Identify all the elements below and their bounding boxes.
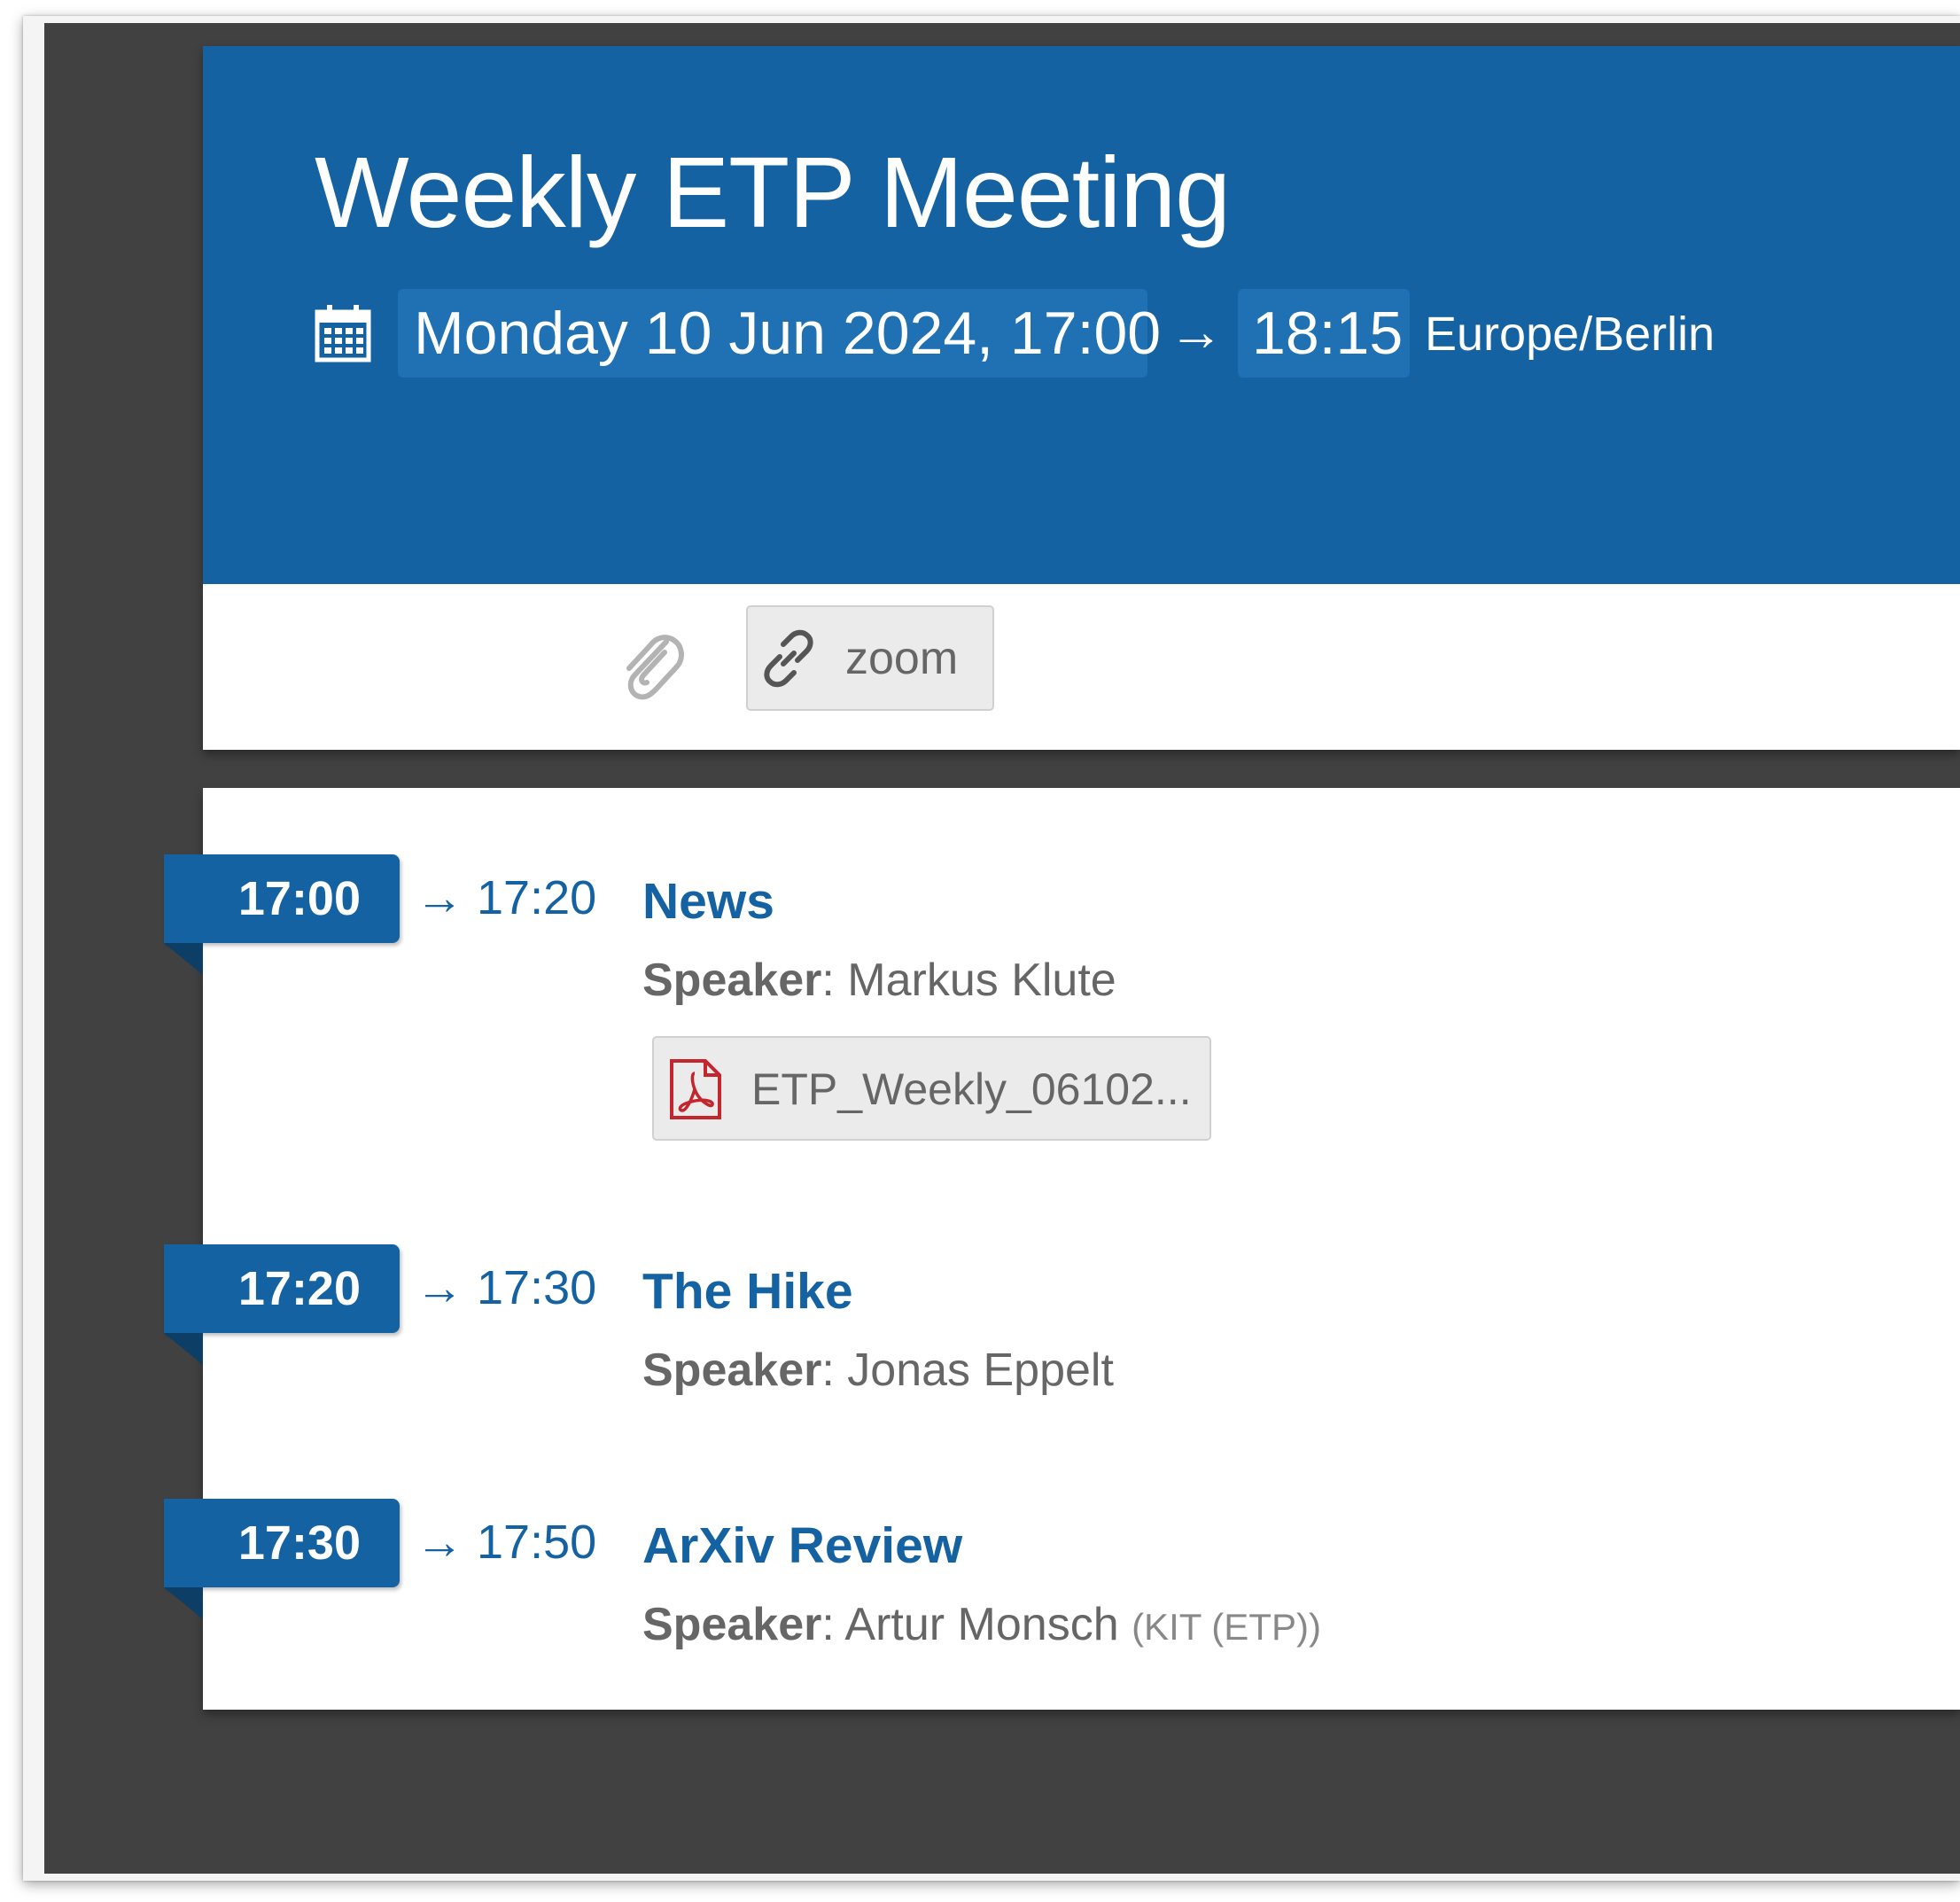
timetable: 17:00 → 17:20 News Speaker: Markus Klute…: [164, 788, 1960, 1710]
date-range-arrow: →: [1169, 301, 1224, 362]
speaker-label: Speaker: [642, 1345, 822, 1396]
calendar-icon: [315, 305, 371, 362]
entry-end-time: → 17:30: [416, 1261, 597, 1314]
entry-end-time: → 17:20: [416, 871, 597, 924]
speaker-name: : Jonas Eppelt: [821, 1345, 1114, 1396]
speaker-name: : Markus Klute: [821, 955, 1116, 1006]
speaker-label: Speaker: [642, 955, 822, 1006]
attachment-name: ETP_Weekly_06102...: [751, 1064, 1192, 1114]
event-title: Weekly ETP Meeting: [315, 136, 1231, 248]
event-header-card: Weekly ETP Meeting Monday 10 Jun 2024, 1…: [203, 46, 1960, 750]
zoom-label: zoom: [845, 633, 959, 684]
event-timezone: Europe/Berlin: [1425, 308, 1715, 361]
event-end-time[interactable]: 18:15: [1238, 289, 1410, 378]
event-header: Weekly ETP Meeting Monday 10 Jun 2024, 1…: [203, 46, 1960, 584]
entry-title-news[interactable]: News: [642, 872, 774, 931]
entry-start-time: 17:30: [164, 1499, 400, 1587]
paperclip-icon[interactable]: [615, 626, 686, 702]
zoom-link-button[interactable]: zoom: [746, 605, 994, 711]
speaker-label: Speaker: [642, 1599, 822, 1650]
entry-title-arxiv-review[interactable]: ArXiv Review: [642, 1516, 962, 1575]
entry-start-time: 17:20: [164, 1244, 400, 1333]
entry-speaker: Speaker: Artur Monsch (KIT (ETP)): [642, 1598, 1321, 1654]
event-start-datetime[interactable]: Monday 10 Jun 2024, 17:00: [398, 289, 1161, 378]
entry-start-time: 17:00: [164, 854, 400, 943]
link-icon: [764, 629, 813, 688]
attachment-button[interactable]: ETP_Weekly_06102...: [652, 1036, 1211, 1141]
speaker-affiliation: (KIT (ETP)): [1132, 1606, 1321, 1648]
entry-title-the-hike[interactable]: The Hike: [642, 1262, 853, 1321]
entry-end-time: → 17:50: [416, 1516, 597, 1569]
speaker-name: : Artur Monsch: [821, 1599, 1119, 1650]
entry-speaker: Speaker: Jonas Eppelt: [642, 1344, 1114, 1397]
pdf-icon: [670, 1059, 721, 1119]
entry-speaker: Speaker: Markus Klute: [642, 954, 1116, 1007]
